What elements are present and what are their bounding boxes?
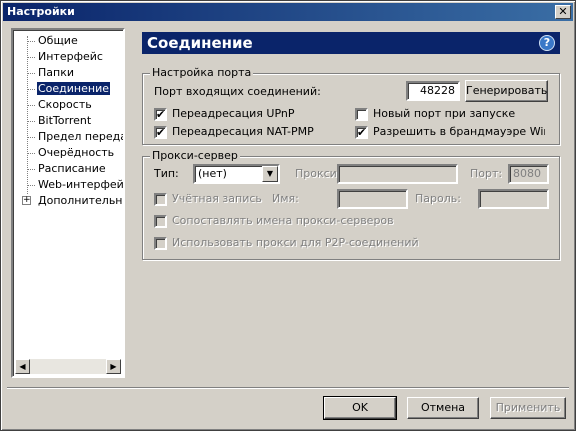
close-icon[interactable]: ✕ — [555, 5, 571, 19]
natpmp-checkbox[interactable]: ✔ — [154, 126, 167, 139]
proxy-account-checkbox[interactable] — [154, 193, 167, 206]
port-group-title: Настройка порта — [150, 66, 254, 80]
tree-item-label: Общие — [38, 34, 78, 47]
tree-horizontal-scrollbar[interactable]: ◀ ▶ — [15, 359, 121, 374]
firewall-checkbox[interactable]: ✔ — [355, 126, 368, 139]
tree-item-label: Web-интерфейс — [38, 178, 125, 191]
tree-item[interactable]: Общие — [37, 34, 79, 48]
tree-item-label: Расписание — [38, 162, 106, 175]
ok-button[interactable]: OK — [323, 396, 397, 420]
tree-item-label: Скорость — [38, 98, 92, 111]
tree-item-label: Папки — [38, 66, 74, 79]
proxy-username-label: Имя: — [272, 192, 299, 205]
resolve-names-label: Сопоставлять имена прокси-серверов — [172, 214, 394, 227]
tree-connector — [27, 169, 35, 170]
tree-connector — [27, 137, 35, 138]
scroll-right-icon[interactable]: ▶ — [106, 359, 121, 374]
resolve-names-checkbox[interactable] — [154, 215, 167, 228]
footer-divider — [7, 387, 569, 389]
tree-connector — [27, 41, 35, 42]
proxy-password-input[interactable] — [478, 189, 549, 209]
tree-item-label: Интерфейс — [38, 50, 103, 63]
tree-connector — [27, 36, 28, 194]
tree-item[interactable]: BitTorrent — [37, 114, 92, 128]
tree-item[interactable]: Соединение — [37, 82, 111, 96]
proxy-type-label: Тип: — [154, 167, 179, 180]
tree-connector — [27, 73, 35, 74]
tree-connector — [27, 89, 35, 90]
title-bar: Настройки ✕ — [3, 3, 573, 21]
proxy-type-select[interactable]: (нет) ▼ — [193, 164, 280, 184]
tree-item-label: Дополнительно — [38, 194, 125, 207]
settings-tree[interactable]: Общие Интерфейс Папки Соединение Скорость Bit… — [11, 28, 125, 378]
cancel-button[interactable]: Отмена — [407, 397, 479, 419]
port-settings-group: Настройка порта Порт входящих соединений… — [142, 66, 560, 145]
tree-item-label: Соединение — [37, 82, 111, 95]
p2p-proxy-checkbox[interactable] — [154, 237, 167, 250]
tree-connector — [27, 185, 35, 186]
generate-port-button[interactable]: Генерировать — [465, 80, 548, 102]
tree-item[interactable]: Интерфейс — [37, 50, 104, 64]
proxy-host-input[interactable] — [337, 164, 458, 184]
tree-item[interactable]: Очерёдность — [37, 146, 115, 160]
incoming-port-label: Порт входящих соединений: — [154, 85, 321, 98]
tree-connector — [27, 105, 35, 106]
incoming-port-input[interactable]: 48228 — [406, 81, 460, 101]
tree-connector — [27, 153, 35, 154]
tree-item[interactable]: Предел передачи — [37, 130, 123, 144]
p2p-proxy-label: Использовать прокси для P2P-соединений — [172, 236, 419, 249]
tree-connector — [27, 57, 35, 58]
page-header: Соединение ? — [142, 32, 560, 54]
tree-item-label: Очерёдность — [38, 146, 115, 159]
tree-item[interactable]: Расписание — [37, 162, 107, 176]
proxy-port-input[interactable]: 8080 — [508, 164, 549, 184]
tree-item[interactable]: Папки — [37, 66, 75, 80]
help-icon[interactable]: ? — [539, 35, 555, 51]
upnp-checkbox[interactable]: ✔ — [154, 108, 167, 121]
window-title: Настройки — [7, 5, 75, 18]
proxy-port-label: Порт: — [470, 167, 503, 180]
scroll-left-icon[interactable]: ◀ — [15, 359, 30, 374]
natpmp-label: Переадресация NAT-PMP — [172, 125, 314, 138]
settings-window: Настройки ✕ Общие Интерфейс Папки Соединени… — [0, 0, 576, 431]
page-title: Соединение — [147, 34, 253, 52]
chevron-down-icon[interactable]: ▼ — [262, 166, 278, 182]
apply-button[interactable]: Применить — [490, 397, 566, 419]
random-port-label: Новый порт при запуске — [373, 107, 516, 120]
upnp-label: Переадресация UPnP — [172, 107, 295, 120]
proxy-username-input[interactable] — [337, 189, 408, 209]
proxy-password-label: Пароль: — [415, 192, 461, 205]
tree-item[interactable]: Web-интерфейс — [37, 178, 125, 192]
tree-connector — [27, 121, 35, 122]
tree-item[interactable]: Скорость — [37, 98, 93, 112]
proxy-host-label: Прокси: — [295, 167, 341, 180]
proxy-settings-group: Прокси-сервер Тип: (нет) ▼ Прокси: Порт:… — [142, 149, 560, 260]
firewall-label: Разрешить в брандмауэре Windov — [373, 125, 545, 138]
proxy-account-label: Учётная запись — [172, 192, 262, 205]
tree-item-label: BitTorrent — [38, 114, 92, 127]
tree-item[interactable]: Дополнительно — [37, 194, 125, 208]
proxy-group-title: Прокси-сервер — [150, 149, 240, 163]
tree-item-label: Предел передачи — [38, 130, 123, 143]
random-port-checkbox[interactable] — [355, 108, 368, 121]
proxy-type-value: (нет) — [198, 167, 227, 180]
expand-plus-icon[interactable]: + — [22, 196, 31, 205]
